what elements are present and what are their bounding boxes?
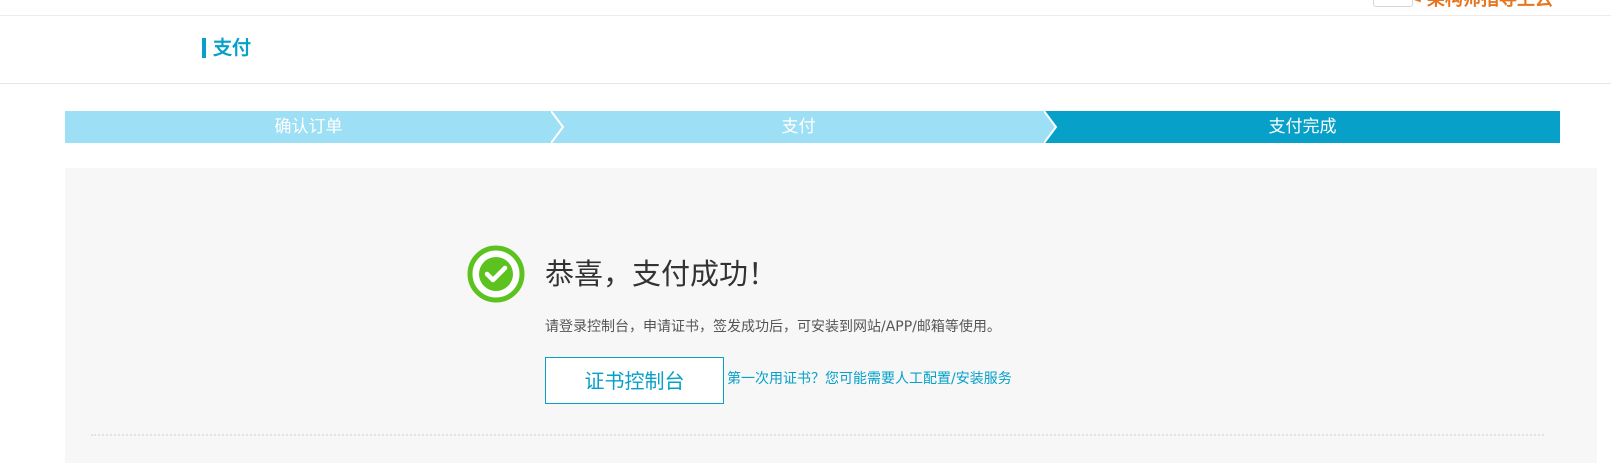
top-navbar: 架构师指导上云 (0, 0, 1611, 16)
step-label: 确认订单 (274, 117, 343, 137)
certificate-console-button[interactable]: 证书控制台 (545, 357, 724, 404)
step-confirm-order: 确认订单 (65, 111, 565, 143)
check-circle-icon (466, 244, 526, 304)
title-accent-bar (202, 38, 206, 58)
step-payment: 支付 (552, 111, 1058, 143)
step-label: 支付 (781, 117, 816, 137)
architect-guide-label: 架构师指导上云 (1427, 0, 1553, 11)
step-arrow-icon (551, 111, 565, 143)
page-title: 支付 (202, 36, 251, 60)
divider (91, 434, 1544, 436)
manual-install-service-link[interactable]: 第一次用证书？您可能需要人工配置/安装服务 (727, 369, 1012, 389)
progress-steps: 确认订单 支付 支付完成 (65, 111, 1560, 143)
success-description: 请登录控制台，申请证书，签发成功后，可安装到网站/APP/邮箱等使用。 (545, 319, 1001, 335)
step-payment-complete: 支付完成 (1045, 111, 1560, 143)
chat-bubble-icon (1373, 0, 1413, 7)
page-title-text: 支付 (213, 37, 252, 59)
result-panel (65, 168, 1597, 463)
page-header: 支付 (0, 16, 1611, 84)
step-arrow-icon (1044, 111, 1058, 143)
success-heading: 恭喜，支付成功！ (545, 257, 778, 291)
architect-guide-link[interactable]: 架构师指导上云 (1373, 0, 1553, 11)
step-label: 支付完成 (1268, 117, 1337, 137)
